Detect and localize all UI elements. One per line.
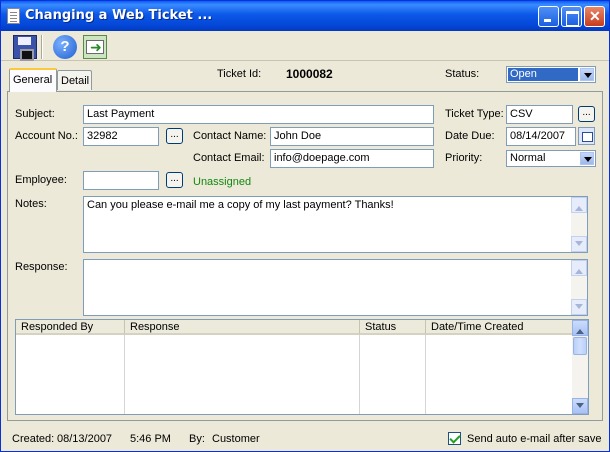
employee-label: Employee: (15, 174, 67, 186)
scroll-down-icon[interactable] (572, 398, 588, 414)
send-email-icon[interactable] (83, 35, 107, 59)
close-button[interactable] (584, 6, 605, 27)
help-icon[interactable]: ? (53, 35, 77, 59)
contact-name-field[interactable]: John Doe (270, 127, 434, 146)
employee-status: Unassigned (193, 176, 252, 188)
scroll-up-icon[interactable] (572, 320, 588, 336)
response-label: Response: (15, 261, 68, 273)
save-icon[interactable] (13, 35, 37, 61)
priority-select[interactable]: Normal (506, 150, 596, 167)
document-icon (7, 8, 20, 24)
ticket-type-label: Ticket Type: (445, 108, 504, 120)
column-divider (124, 335, 125, 414)
notes-textarea[interactable]: Can you please e-mail me a copy of my la… (83, 196, 588, 253)
table-scrollbar[interactable] (572, 320, 588, 414)
subject-field[interactable]: Last Payment (83, 105, 434, 124)
priority-value: Normal (510, 152, 546, 164)
scroll-up-icon[interactable] (571, 260, 587, 276)
ticket-type-lookup-button[interactable]: ... (578, 106, 595, 122)
minimize-button[interactable] (538, 6, 559, 27)
column-header-status[interactable]: Status (360, 320, 426, 335)
response-textarea[interactable] (83, 259, 588, 316)
chevron-down-icon[interactable] (580, 68, 594, 81)
ticket-id-value: 1000082 (286, 67, 333, 81)
by-label: By: (189, 433, 205, 445)
scroll-down-icon[interactable] (571, 299, 587, 315)
contact-name-label: Contact Name: (193, 130, 267, 142)
tab-detail[interactable]: Detail (57, 70, 92, 90)
toolbar: ? (1, 31, 609, 61)
column-divider (359, 335, 360, 414)
subject-label: Subject: (15, 108, 55, 120)
employee-field[interactable] (83, 171, 159, 190)
responses-table[interactable]: Responded By Response Status Date/Time C… (15, 319, 589, 415)
scroll-up-icon[interactable] (571, 197, 587, 213)
notes-text: Can you please e-mail me a copy of my la… (87, 199, 394, 211)
window-title: Changing a Web Ticket ... (25, 8, 213, 23)
toolbar-separator (41, 35, 43, 59)
created-label: Created: (12, 433, 55, 445)
notes-label: Notes: (15, 198, 47, 210)
ticket-id-label: Ticket Id: (217, 68, 262, 80)
status-value: Open (508, 68, 578, 81)
response-scrollbar[interactable] (571, 260, 587, 315)
column-header-date-created[interactable]: Date/Time Created (426, 320, 573, 335)
employee-lookup-button[interactable]: ... (166, 172, 183, 188)
column-header-response[interactable]: Response (125, 320, 360, 335)
notes-scrollbar[interactable] (571, 197, 587, 252)
maximize-button[interactable] (561, 6, 582, 27)
scroll-thumb[interactable] (573, 337, 587, 355)
column-divider (425, 335, 426, 414)
chevron-down-icon[interactable] (580, 152, 594, 165)
column-header-responded-by[interactable]: Responded By (16, 320, 125, 335)
calendar-icon[interactable] (578, 127, 595, 145)
account-field[interactable]: 32982 (83, 127, 159, 146)
by-value: Customer (212, 433, 260, 445)
created-time: 5:46 PM (130, 433, 171, 445)
created-date: 08/13/2007 (57, 433, 113, 445)
priority-label: Priority: (445, 152, 483, 164)
account-label: Account No.: (15, 130, 78, 142)
date-due-field[interactable]: 08/14/2007 (506, 127, 576, 146)
contact-email-field[interactable]: info@doepage.com (270, 149, 434, 168)
auto-email-label: Send auto e-mail after save (467, 433, 602, 445)
status-select[interactable]: Open (506, 66, 596, 83)
date-due-label: Date Due: (445, 130, 495, 142)
scroll-down-icon[interactable] (571, 236, 587, 252)
status-label: Status: (445, 68, 480, 80)
contact-email-label: Contact Email: (193, 152, 265, 164)
tab-general[interactable]: General (9, 68, 57, 92)
account-lookup-button[interactable]: ... (166, 128, 183, 144)
ticket-window: Changing a Web Ticket ... ? General Deta… (0, 0, 610, 452)
auto-email-checkbox[interactable] (448, 432, 461, 445)
title-bar[interactable]: Changing a Web Ticket ... (1, 1, 609, 31)
ticket-type-field[interactable]: CSV (506, 105, 573, 124)
